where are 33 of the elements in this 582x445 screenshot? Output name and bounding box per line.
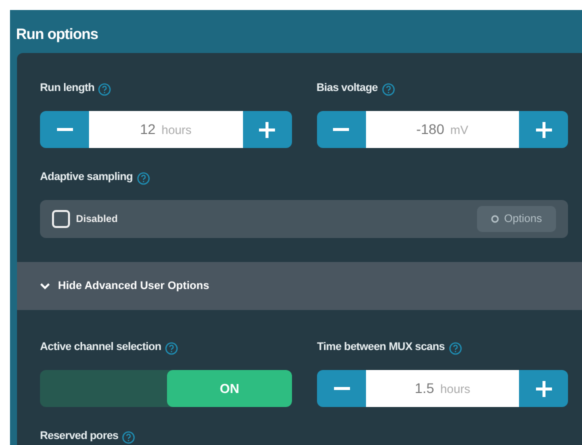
field-label: Run length bbox=[40, 81, 94, 96]
number-field[interactable]: 1.5 hours bbox=[366, 370, 519, 407]
field-label: Active channel selection bbox=[40, 340, 162, 355]
plus-icon bbox=[536, 122, 552, 138]
minus-icon bbox=[334, 387, 350, 390]
chevron-down-icon bbox=[40, 282, 50, 290]
minus-icon bbox=[333, 128, 349, 131]
field-label: Bias voltage bbox=[316, 81, 378, 96]
plus-icon bbox=[536, 380, 552, 396]
checkbox[interactable] bbox=[52, 210, 70, 228]
field-label: Adaptive sampling bbox=[40, 170, 133, 185]
plus-icon bbox=[259, 122, 275, 138]
minus-icon bbox=[56, 128, 72, 131]
help-icon[interactable] bbox=[165, 340, 178, 354]
checkbox-label: Disabled bbox=[76, 212, 118, 226]
minus-button[interactable] bbox=[316, 111, 366, 148]
help-icon[interactable] bbox=[98, 82, 112, 95]
panel-title: Run options bbox=[15, 25, 99, 45]
toggle-switch[interactable]: ON bbox=[40, 370, 292, 407]
plus-button[interactable] bbox=[519, 370, 568, 407]
field-label: Reserved pores bbox=[40, 429, 118, 444]
help-icon[interactable] bbox=[136, 170, 150, 184]
minus-button[interactable] bbox=[317, 370, 366, 407]
expand-toggle[interactable]: Hide Advanced User Options bbox=[17, 262, 582, 310]
plus-button[interactable] bbox=[519, 111, 568, 148]
plus-button[interactable] bbox=[242, 111, 292, 148]
help-icon[interactable] bbox=[448, 340, 462, 354]
minus-button[interactable] bbox=[40, 111, 89, 148]
number-field[interactable]: 12 hours bbox=[89, 111, 242, 148]
help-icon[interactable] bbox=[122, 430, 136, 443]
number-field[interactable]: -180 mV bbox=[366, 111, 519, 148]
help-icon[interactable] bbox=[382, 82, 395, 95]
field-label: Time between MUX scans bbox=[317, 340, 445, 355]
